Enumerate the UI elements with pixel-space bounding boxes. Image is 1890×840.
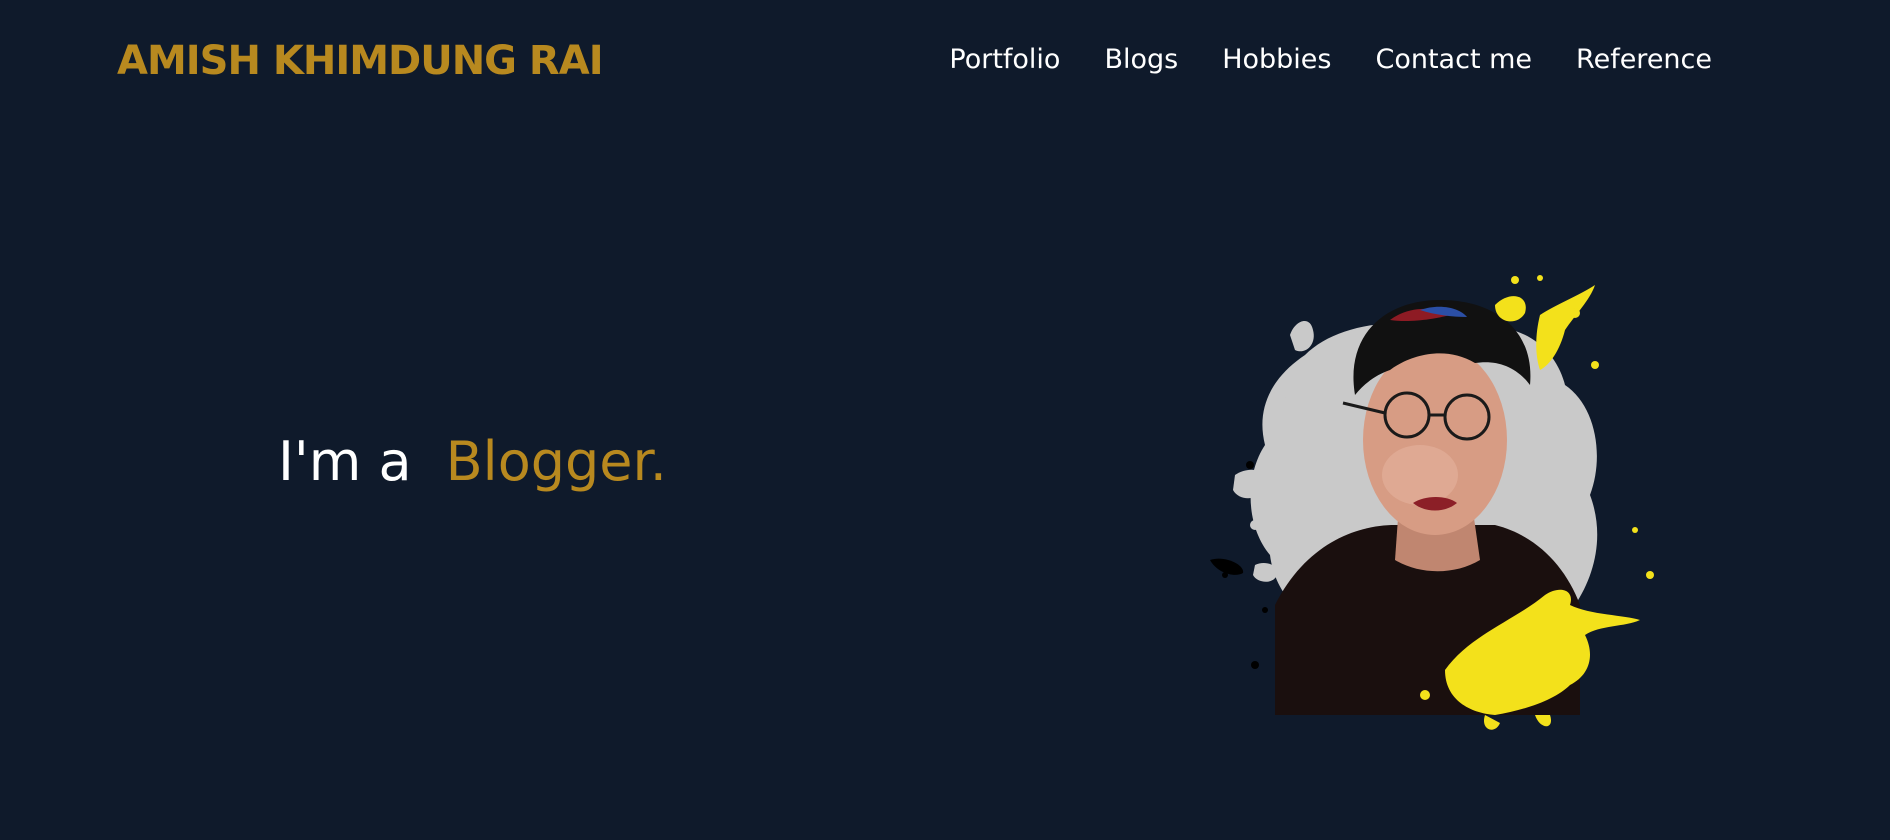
nav-link-blogs[interactable]: Blogs <box>1104 44 1178 75</box>
page: AMISH KHIMDUNG RAI Portfolio Blogs Hobbi… <box>0 0 1890 840</box>
nav-link-hobbies[interactable]: Hobbies <box>1222 44 1331 75</box>
site-logo-title[interactable]: AMISH KHIMDUNG RAI <box>117 38 604 84</box>
hero-headline: I'm a Blogger. <box>278 430 667 493</box>
hero-prefix: I'm a <box>278 430 412 493</box>
nav-link-contact-me[interactable]: Contact me <box>1375 44 1532 75</box>
profile-portrait-image <box>1210 275 1654 730</box>
nav-link-reference[interactable]: Reference <box>1576 44 1712 75</box>
nav-link-portfolio[interactable]: Portfolio <box>949 44 1060 75</box>
main-nav: Portfolio Blogs Hobbies Contact me Refer… <box>949 44 1712 75</box>
hero-role-typed: Blogger. <box>445 430 667 493</box>
